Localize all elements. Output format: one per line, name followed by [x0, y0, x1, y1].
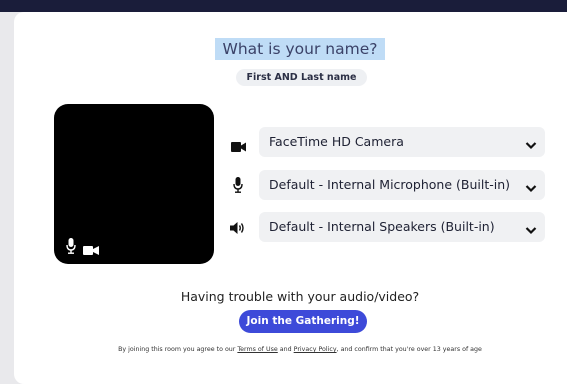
microphone-select-value: Default - Internal Microphone (Built-in) [269, 177, 511, 192]
terms-and: and [277, 346, 294, 353]
camera-select[interactable]: FaceTime HD Camera [259, 127, 545, 157]
camera-icon [231, 138, 247, 154]
terms-notice: By joining this room you agree to our Te… [60, 346, 540, 353]
join-button[interactable]: Join the Gathering! [239, 310, 367, 333]
chevron-down-icon [525, 136, 537, 150]
chevron-down-icon [525, 221, 537, 235]
name-hint-badge: First AND Last name [236, 69, 367, 86]
privacy-policy-link[interactable]: Privacy Policy [294, 346, 337, 353]
microphone-select[interactable]: Default - Internal Microphone (Built-in) [259, 170, 545, 200]
speaker-select-value: Default - Internal Speakers (Built-in) [269, 219, 495, 234]
top-bar [0, 0, 567, 12]
microphone-icon [232, 177, 248, 193]
terms-of-use-link[interactable]: Terms of Use [237, 346, 277, 353]
speaker-select[interactable]: Default - Internal Speakers (Built-in) [259, 212, 545, 242]
terms-suffix: , and confirm that you're over 13 years … [336, 346, 482, 353]
camera-select-value: FaceTime HD Camera [269, 134, 404, 149]
av-trouble-link[interactable]: Having trouble with your audio/video? [150, 289, 450, 304]
chevron-down-icon [525, 179, 537, 193]
speaker-icon [230, 220, 246, 236]
name-prompt-title: What is your name? [215, 38, 385, 60]
terms-prefix: By joining this room you agree to our [118, 346, 238, 353]
microphone-icon[interactable] [66, 238, 76, 254]
camera-icon[interactable] [83, 241, 99, 255]
video-preview [54, 104, 214, 264]
